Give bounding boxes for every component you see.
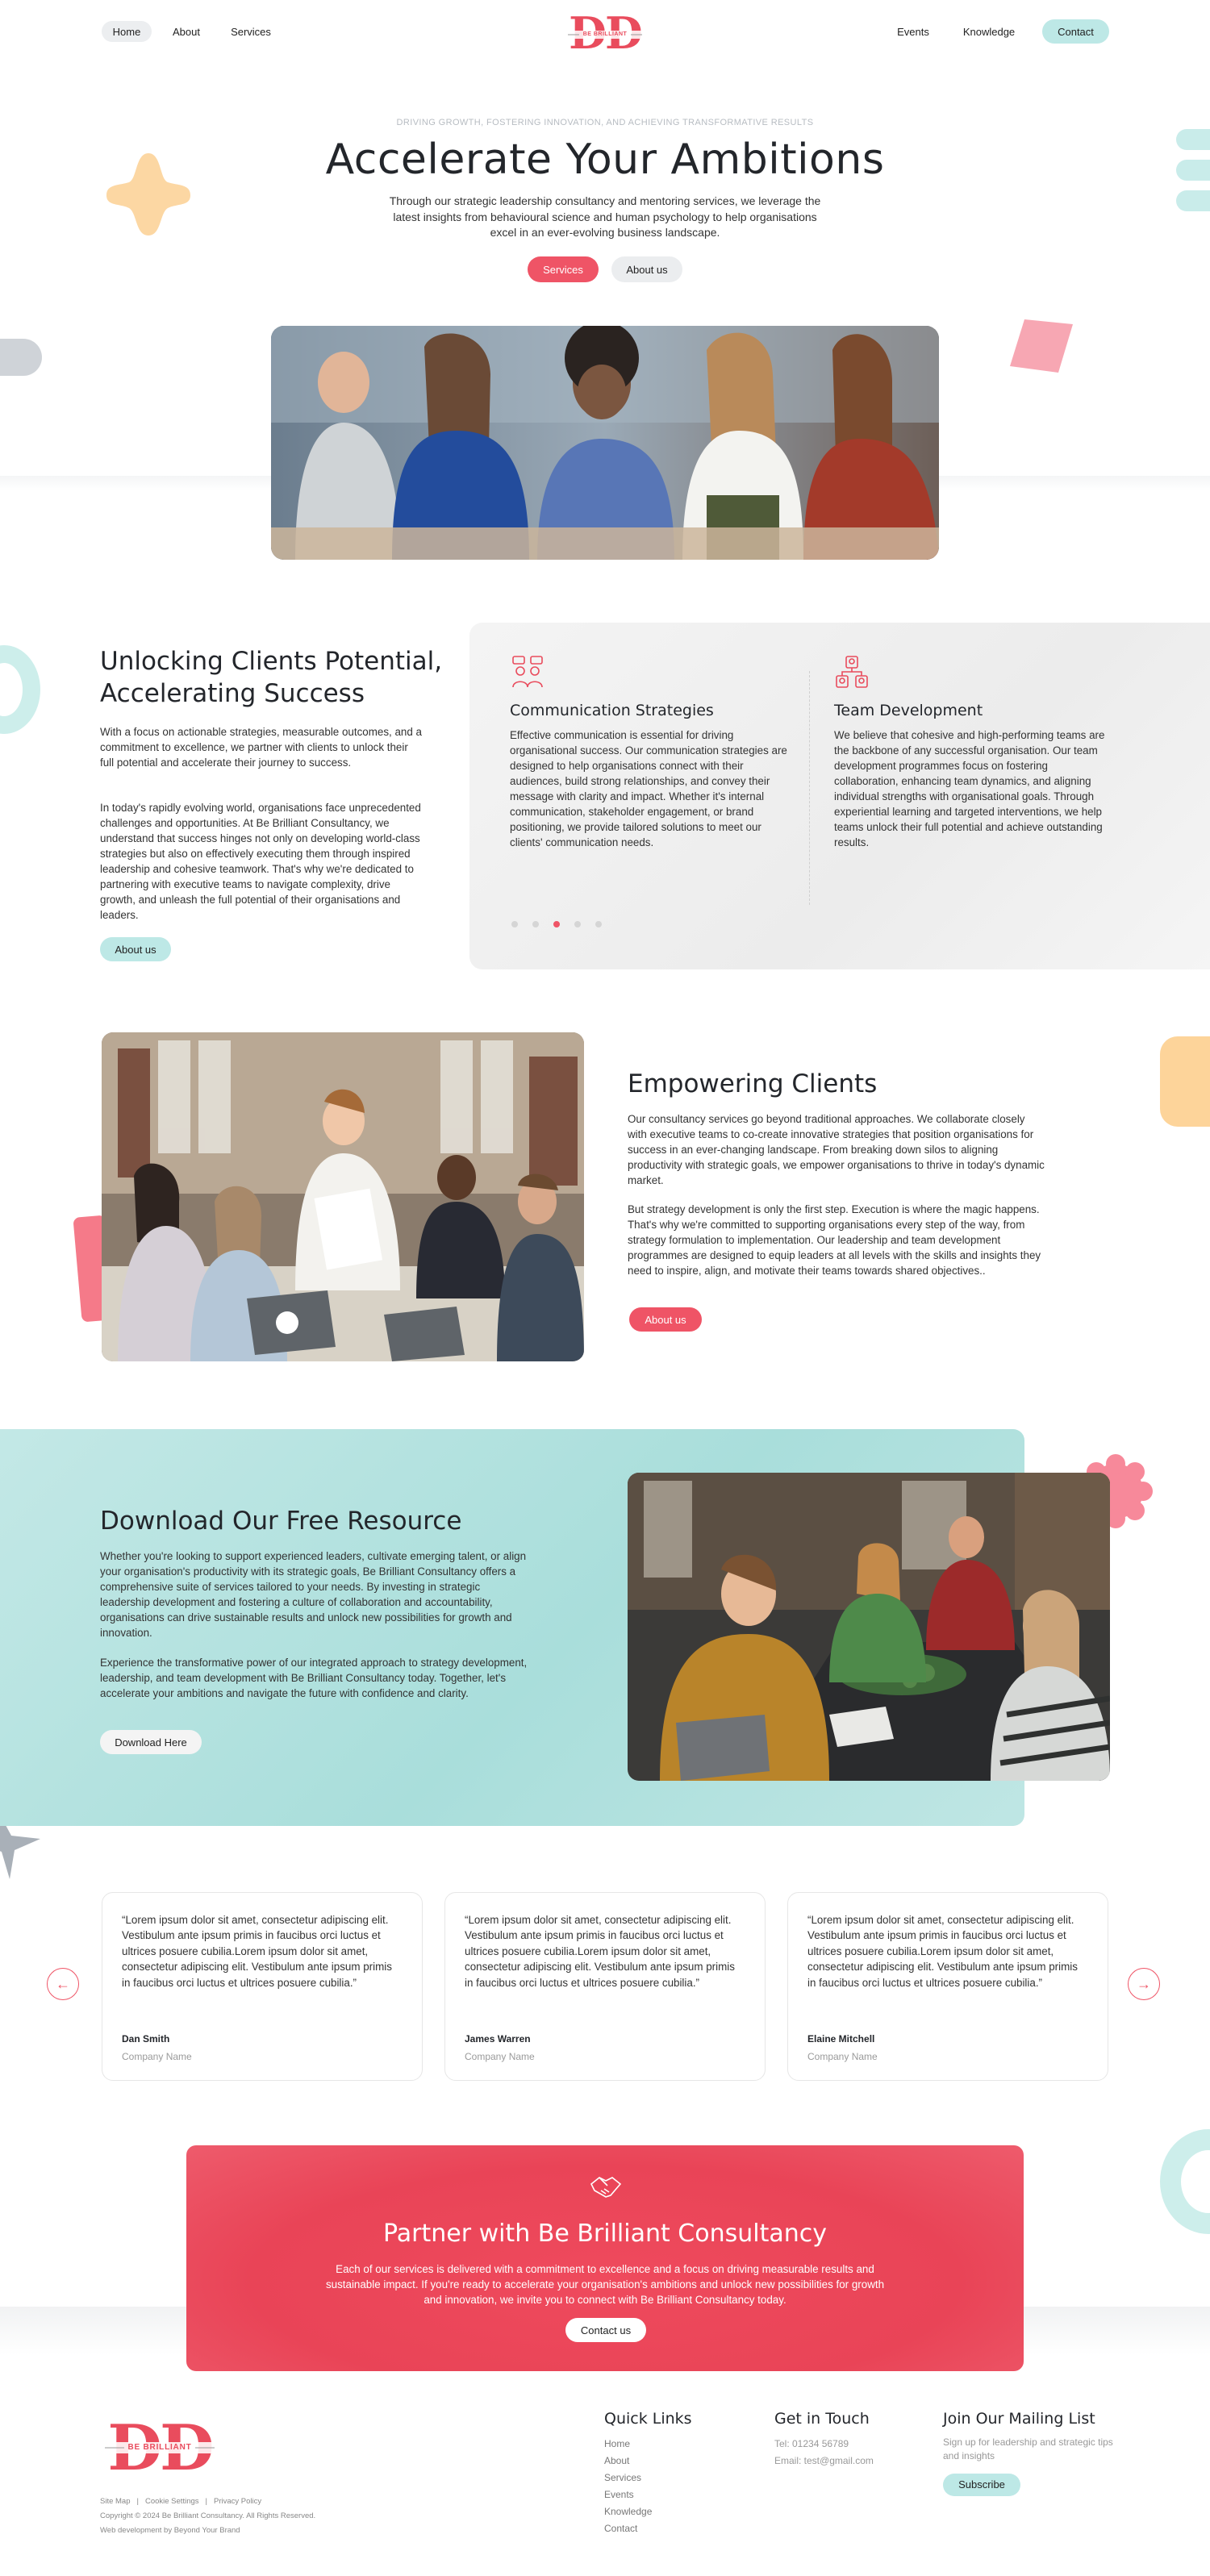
carousel-dots [511, 921, 602, 927]
people-chat-icon [510, 655, 545, 690]
footer-credit: Web development by Beyond Your Brand [100, 2526, 240, 2535]
service-text: Effective communication is essential for… [510, 729, 787, 849]
testimonial-next-button[interactable]: → [1128, 1968, 1160, 2000]
hero-team-image [271, 326, 939, 560]
testimonial-quote: “Lorem ipsum dolor sit amet, consectetur… [465, 1914, 735, 1989]
carousel-dot-active[interactable] [553, 921, 560, 927]
download-button[interactable]: Download Here [100, 1730, 202, 1754]
service-title: Team Development [834, 702, 983, 719]
footer-logo[interactable]: DD BE BRILLIANT [102, 2410, 218, 2485]
footer-sitemap-link[interactable]: Site Map [100, 2497, 131, 2506]
services-carousel: Communication Strategies Effective commu… [469, 623, 1210, 969]
footer-link-services[interactable]: Services [604, 2470, 749, 2486]
footer-legal-links: Site Map | Cookie Settings | Privacy Polic… [100, 2497, 261, 2506]
footer-link-knowledge[interactable]: Knowledge [604, 2503, 749, 2520]
carousel-dot[interactable] [595, 921, 602, 927]
nav-knowledge[interactable]: Knowledge [955, 21, 1023, 42]
hero-title: Accelerate Your Ambitions [325, 135, 885, 184]
hero-about-button[interactable]: About us [611, 256, 682, 282]
footer-email[interactable]: Email: test@gmail.com [774, 2453, 928, 2470]
decor-grey-pill [0, 339, 42, 376]
footer-copyright: Copyright © 2024 Be Brilliant Consultanc… [100, 2511, 316, 2520]
separator: | [205, 2497, 207, 2506]
logo-wordmark: BE BRILLIANT [582, 31, 628, 37]
testimonial-name: James Warren [465, 2033, 531, 2045]
testimonial-quote: “Lorem ipsum dolor sit amet, consectetur… [807, 1914, 1078, 1989]
partner-contact-button[interactable]: Contact us [565, 2318, 646, 2342]
mailing-list-text: Sign up for leadership and strategic tip… [943, 2436, 1113, 2462]
service-text: We believe that cohesive and high-perfor… [834, 729, 1105, 849]
footer-get-in-touch: Get in Touch Tel: 01234 56789 Email: tes… [774, 2410, 928, 2470]
unlock-paragraph-1: With a focus on actionable strategies, m… [100, 726, 422, 769]
service-card-team: Team Development We believe that cohesiv… [834, 655, 1124, 850]
nav-home[interactable]: Home [102, 21, 152, 42]
get-in-touch-title: Get in Touch [774, 2410, 870, 2428]
testimonial-card: “Lorem ipsum dolor sit amet, consectetur… [444, 1892, 766, 2081]
testimonial-company: Company Name [465, 2051, 535, 2062]
arrow-right-icon: → [1137, 1975, 1151, 1992]
footer-quick-links: Quick Links Home About Services Events K… [604, 2410, 749, 2537]
testimonial-name: Elaine Mitchell [807, 2033, 875, 2045]
mailing-list-title: Join Our Mailing List [943, 2410, 1095, 2428]
unlock-title: Unlocking Clients Potential, Acceleratin… [100, 647, 443, 709]
footer-link-contact[interactable]: Contact [604, 2520, 749, 2537]
site-logo[interactable]: DD BE BRILLIANT [565, 7, 645, 59]
footer-link-home[interactable]: Home [604, 2436, 749, 2453]
empower-paragraph-2: But strategy development is only the fir… [628, 1203, 1041, 1278]
quick-links-title: Quick Links [604, 2410, 692, 2428]
arrow-left-icon: ← [56, 1975, 70, 1992]
service-title: Communication Strategies [510, 702, 714, 719]
partner-text: Each of our services is delivered with a… [325, 2263, 885, 2307]
footer-link-about[interactable]: About [604, 2453, 749, 2470]
nav-services[interactable]: Services [223, 21, 279, 42]
testimonial-quote: “Lorem ipsum dolor sit amet, consectetur… [122, 1914, 392, 1989]
unlock-about-button[interactable]: About us [100, 937, 171, 961]
footer-privacy-link[interactable]: Privacy Policy [214, 2497, 261, 2506]
decor-orange-shape [1160, 1036, 1210, 1127]
carousel-dot[interactable] [574, 921, 581, 927]
download-meeting-image [628, 1473, 1110, 1781]
footer-link-events[interactable]: Events [604, 2486, 749, 2503]
team-structure-icon [834, 655, 870, 690]
subscribe-button[interactable]: Subscribe [943, 2473, 1020, 2496]
testimonial-name: Dan Smith [122, 2033, 170, 2045]
empower-about-button[interactable]: About us [629, 1307, 702, 1332]
testimonial-company: Company Name [122, 2051, 192, 2062]
decor-teal-bars [1176, 129, 1210, 218]
nav-events[interactable]: Events [887, 21, 939, 42]
separator: | [136, 2497, 139, 2506]
footer-logo-wordmark: BE BRILLIANT [127, 2443, 192, 2452]
testimonial-company: Company Name [807, 2051, 878, 2062]
carousel-dot[interactable] [532, 921, 539, 927]
decor-teal-ring [0, 645, 40, 734]
service-divider [809, 671, 810, 905]
testimonial-card: “Lorem ipsum dolor sit amet, consectetur… [102, 1892, 423, 2081]
download-paragraph-1: Whether you're looking to support experi… [100, 1550, 527, 1640]
top-nav: Home About Services DD BE BRILLIANT Even… [0, 0, 1210, 65]
hero-tagline: DRIVING GROWTH, FOSTERING INNOVATION, AN… [396, 118, 814, 127]
unlock-paragraph-2: In today's rapidly evolving world, organ… [100, 802, 421, 922]
empower-title: Empowering Clients [628, 1069, 878, 1098]
footer-tel[interactable]: Tel: 01234 56789 [774, 2436, 928, 2453]
empower-paragraph-1: Our consultancy services go beyond tradi… [628, 1113, 1045, 1187]
carousel-dot[interactable] [511, 921, 518, 927]
partner-title: Partner with Be Brilliant Consultancy [383, 2220, 827, 2248]
footer-mailing-list: Join Our Mailing List Sign up for leader… [943, 2410, 1120, 2496]
nav-contact-button[interactable]: Contact [1042, 19, 1109, 44]
empower-meeting-image [102, 1032, 584, 1361]
testimonial-card: “Lorem ipsum dolor sit amet, consectetur… [787, 1892, 1108, 2081]
testimonial-prev-button[interactable]: ← [47, 1968, 79, 2000]
nav-about[interactable]: About [165, 21, 207, 42]
hero-services-button[interactable]: Services [528, 256, 599, 282]
hero-subtitle: Through our strategic leadership consult… [389, 194, 821, 240]
partner-cta-panel: Partner with Be Brilliant Consultancy Ea… [186, 2145, 1024, 2371]
handshake-icon [586, 2168, 625, 2207]
decor-teal-ring-2 [1160, 2129, 1210, 2234]
decor-pink-diamond [1008, 316, 1074, 376]
download-paragraph-2: Experience the transformative power of o… [100, 1657, 528, 1700]
download-title: Download Our Free Resource [100, 1507, 462, 1536]
service-card-communication: Communication Strategies Effective commu… [510, 655, 800, 850]
decor-orange-flower [103, 150, 194, 239]
footer-cookie-link[interactable]: Cookie Settings [145, 2497, 199, 2506]
